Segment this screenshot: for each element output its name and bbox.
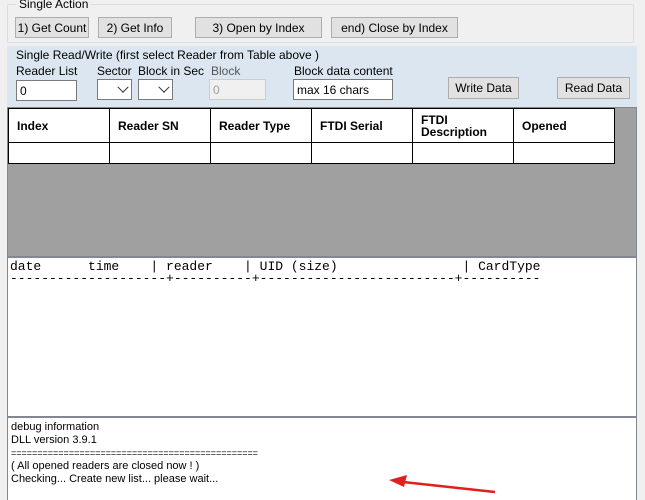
- table-cell[interactable]: [311, 142, 413, 164]
- block-data-label: Block data content: [294, 64, 393, 78]
- reader-list-input[interactable]: [16, 80, 77, 101]
- column-ftdi-description[interactable]: FTDI Description: [412, 108, 514, 143]
- table-cell[interactable]: [210, 142, 312, 164]
- read-data-button[interactable]: Read Data: [557, 77, 630, 99]
- column-index[interactable]: Index: [8, 108, 110, 143]
- table-header-row: Index Reader SN Reader Type FTDI Serial …: [8, 108, 615, 143]
- block-label: Block: [211, 64, 241, 78]
- open-by-index-button[interactable]: 3) Open by Index: [195, 17, 322, 38]
- block-input: [209, 79, 266, 100]
- table-cell[interactable]: [513, 142, 615, 164]
- get-count-button[interactable]: 1) Get Count: [15, 17, 89, 38]
- debug-line: ( All opened readers are closed now ! ): [11, 460, 200, 472]
- block-in-sec-select[interactable]: [138, 79, 173, 100]
- reader-table: Index Reader SN Reader Type FTDI Serial …: [7, 107, 637, 257]
- column-opened[interactable]: Opened: [513, 108, 615, 143]
- debug-info-textarea[interactable]: debug information DLL version 3.9.1 ====…: [7, 417, 637, 500]
- column-reader-type[interactable]: Reader Type: [210, 108, 312, 143]
- single-action-legend: Single Action: [16, 0, 92, 11]
- table-cell[interactable]: [109, 142, 211, 164]
- get-info-button[interactable]: 2) Get Info: [98, 17, 172, 38]
- column-reader-sn[interactable]: Reader SN: [109, 108, 211, 143]
- write-data-button[interactable]: Write Data: [448, 77, 519, 99]
- sector-label: Sector: [97, 64, 132, 78]
- block-data-input[interactable]: [293, 79, 393, 100]
- block-in-sec-label: Block in Sec: [138, 64, 205, 78]
- chevron-down-icon: [117, 81, 129, 93]
- sector-select[interactable]: [97, 79, 132, 100]
- debug-line: Checking... Create new list... please wa…: [11, 473, 219, 485]
- table-cell[interactable]: [412, 142, 514, 164]
- close-by-index-button[interactable]: end) Close by Index: [331, 17, 458, 38]
- reader-list-label: Reader List: [16, 64, 78, 78]
- card-log-textarea[interactable]: date time | reader | UID (size) | CardTy…: [7, 257, 637, 417]
- debug-line: DLL version 3.9.1: [11, 434, 97, 446]
- read-write-legend: Single Read/Write (first select Reader f…: [16, 48, 320, 62]
- debug-line: debug information: [11, 421, 100, 433]
- card-log-separator: --------------------+----------+--------…: [10, 271, 541, 286]
- table-row[interactable]: [8, 142, 615, 164]
- table-cell[interactable]: [8, 142, 110, 164]
- debug-line: ========================================…: [11, 448, 259, 458]
- column-ftdi-serial[interactable]: FTDI Serial: [311, 108, 413, 143]
- chevron-down-icon: [158, 81, 170, 93]
- annotation-arrow-icon: [389, 475, 496, 494]
